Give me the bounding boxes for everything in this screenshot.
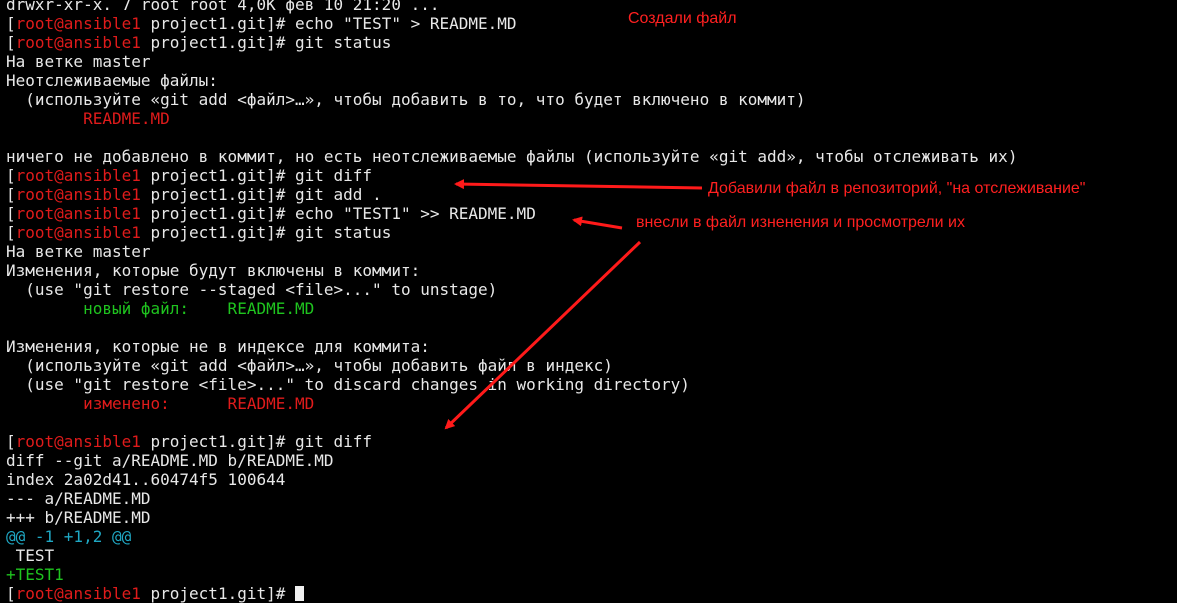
terminal-text: [	[6, 584, 16, 603]
terminal-line: [root@ansible1 project1.git]#	[6, 584, 304, 603]
terminal-text: project1.git]#	[140, 584, 295, 603]
terminal-cursor	[295, 586, 304, 601]
arrow-to-git-diff	[444, 240, 642, 430]
annotation-arrows	[444, 179, 703, 430]
arrow-to-git-add	[454, 179, 703, 190]
prompt-user-host: root@ansible1	[15, 584, 141, 603]
arrow-to-echo-test1	[572, 216, 623, 230]
